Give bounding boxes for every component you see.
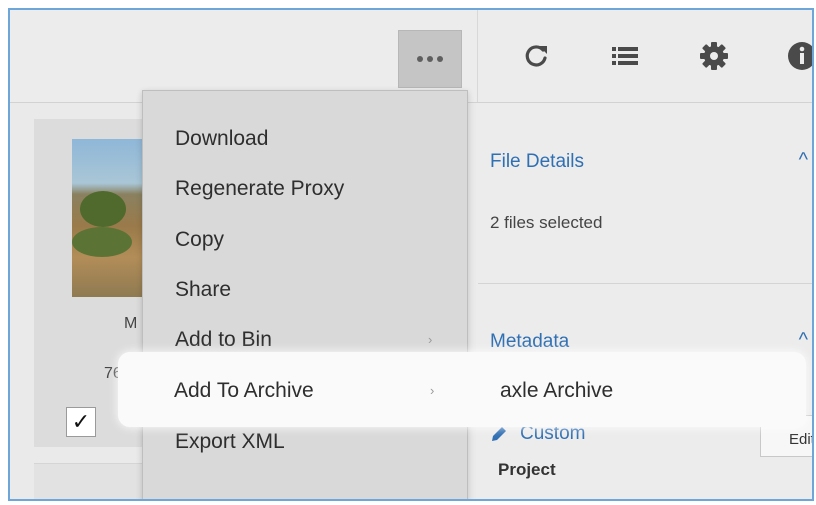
- thumbnail-detail: [80, 191, 126, 227]
- more-dot: [427, 56, 433, 62]
- menu-item-copy[interactable]: Copy: [175, 228, 224, 252]
- selection-count: 2 files selected: [490, 213, 603, 232]
- menu-item-add-to-archive[interactable]: Add To Archive: [174, 379, 314, 403]
- list-icon[interactable]: [609, 40, 641, 72]
- menu-item-export-xml[interactable]: Export XML: [175, 430, 285, 454]
- menu-item-share[interactable]: Share: [175, 278, 231, 302]
- menu-item-add-to-bin[interactable]: Add to Bin: [175, 328, 272, 352]
- app-window: M 76. ✓ File Details ^ 2 files selected …: [8, 8, 814, 501]
- metadata-heading[interactable]: Metadata: [490, 331, 569, 353]
- asset-select-checkbox[interactable]: ✓: [66, 407, 96, 437]
- chevron-right-icon: ›: [430, 383, 435, 398]
- checkmark-icon: ✓: [71, 409, 91, 434]
- project-label: Project: [498, 460, 556, 479]
- menu-item-download[interactable]: Download: [175, 127, 268, 151]
- pencil-icon: [492, 427, 506, 441]
- section-divider: [478, 283, 812, 284]
- details-panel: File Details ^ 2 files selected Metadata…: [478, 103, 812, 499]
- gear-icon[interactable]: [698, 40, 730, 72]
- tile-accent-bar: [154, 500, 202, 501]
- thumbnail-detail: [72, 227, 132, 257]
- menu-item-regenerate-proxy[interactable]: Regenerate Proxy: [175, 177, 344, 201]
- info-icon[interactable]: [786, 40, 814, 72]
- file-details-heading[interactable]: File Details: [490, 151, 584, 173]
- more-dot: [437, 56, 443, 62]
- toolbar-divider: [477, 10, 478, 102]
- more-actions-menu: Download Regenerate Proxy Copy Share Add…: [142, 90, 468, 499]
- asset-name: M: [124, 315, 138, 332]
- refresh-icon[interactable]: [521, 40, 553, 72]
- more-actions-button[interactable]: [398, 30, 462, 88]
- more-horizontal-icon: [417, 56, 423, 62]
- metadata-chevron-up-icon[interactable]: ^: [799, 329, 808, 352]
- submenu-item-axle-archive[interactable]: axle Archive: [500, 379, 613, 403]
- chevron-right-icon: ›: [428, 332, 433, 347]
- file-details-chevron-up-icon[interactable]: ^: [799, 149, 808, 172]
